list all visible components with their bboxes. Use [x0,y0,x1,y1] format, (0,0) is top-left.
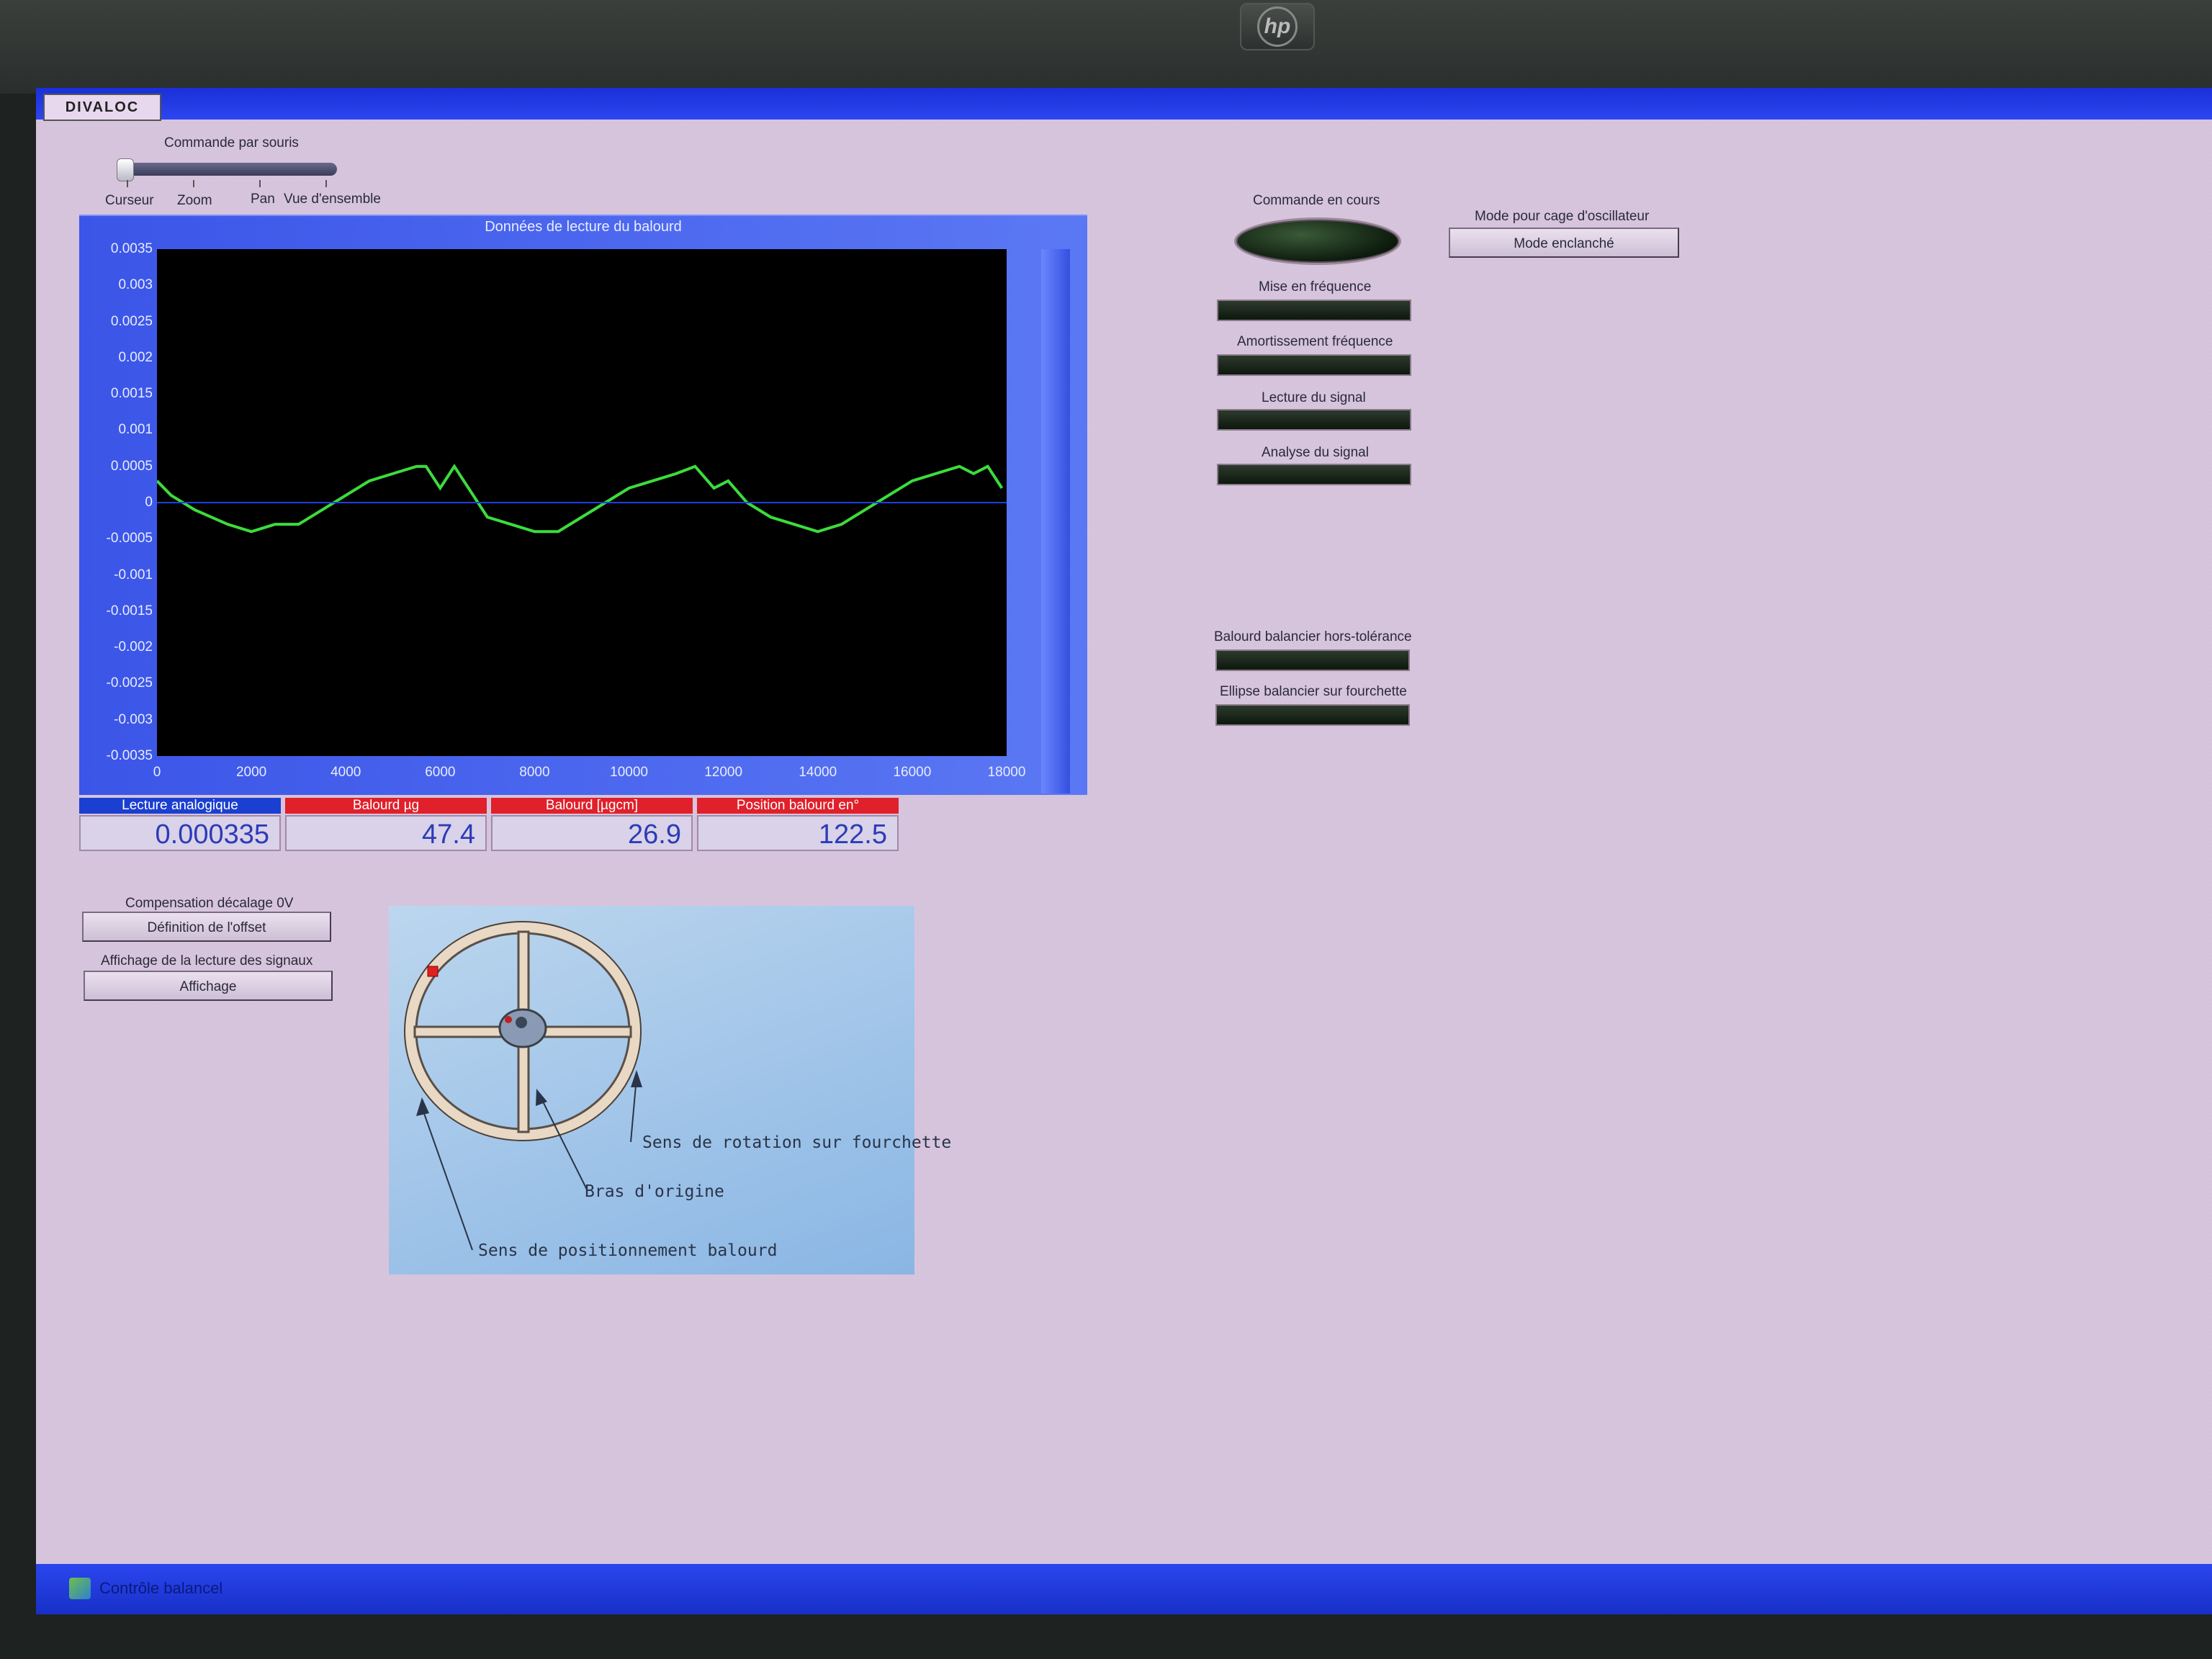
annotation-rotation-direction: Sens de rotation sur fourchette [642,1133,952,1152]
led-label-out-of-tolerance: Balourd balancier hors-tolérance [1214,629,1412,644]
display-button[interactable]: Affichage [84,971,333,1001]
taskbar-app-item[interactable]: Contrôle balancel [69,1575,222,1601]
current-command-led [1234,217,1401,265]
y-tick-label: -0.003 [114,711,153,727]
y-tick-label: 0.002 [118,349,153,365]
y-tick-label: 0.0005 [110,458,153,474]
mouse-control-label: Commande par souris [164,135,299,150]
indicator-value: 26.9 [491,815,693,851]
offset-label: Compensation décalage 0V [125,896,294,911]
y-tick-label: -0.0025 [106,675,153,691]
current-command-label: Commande en cours [1253,193,1380,208]
led-signal-analysis [1217,464,1411,485]
led-label-ellipse: Ellipse balancier sur fourchette [1220,684,1407,699]
app-icon [69,1578,91,1599]
slider-option-overview[interactable]: Vue d'ensemble [284,192,381,207]
unbalance-graph-panel: Données de lecture du balourd 0.0035 0.00… [79,215,1087,795]
signal-trace [157,464,1004,534]
monitor-bezel: hp [0,0,2212,94]
led-label-frequency: Mise en fréquence [1259,279,1372,295]
indicator-analog-reading: Lecture analogique 0.000335 [79,798,281,855]
y-tick-label: 0.0035 [110,241,153,256]
indicator-label: Lecture analogique [79,798,281,814]
offset-definition-button[interactable]: Définition de l'offset [82,912,331,942]
x-tick-label: 12000 [704,765,743,780]
oscillator-mode-button[interactable]: Mode enclanché [1449,228,1679,258]
annotation-origin-arm: Bras d'origine [585,1182,724,1201]
x-tick-label: 6000 [425,765,456,780]
plot-svg [157,464,1007,534]
x-tick-label: 4000 [331,765,361,780]
slider-option-zoom[interactable]: Zoom [177,193,212,209]
plot-area[interactable] [157,249,1007,756]
indicator-value: 0.000335 [79,815,281,851]
graph-scroll-edge [1041,249,1070,793]
led-out-of-tolerance [1215,649,1410,671]
slider-tick [259,180,261,187]
indicator-label: Balourd µg [285,798,487,814]
mouse-control-slider-knob[interactable] [117,158,134,181]
x-tick-label: 16000 [893,765,932,780]
app-window: DIVALOC Commande par souris Curseur Zoom… [36,88,2212,1614]
y-tick-label: 0.0025 [110,313,153,329]
x-tick-label: 2000 [235,765,267,780]
led-label-damping: Amortissement fréquence [1237,334,1393,349]
led-label-signal-reading: Lecture du signal [1262,390,1366,405]
hp-logo: hp [1240,3,1315,50]
led-signal-reading [1217,409,1411,431]
y-tick-label: -0.0035 [106,748,153,763]
indicator-unbalance-ugcm: Balourd [µgcm] 26.9 [491,798,693,855]
annotation-positioning-direction: Sens de positionnement balourd [478,1241,778,1260]
indicator-label: Position balourd en° [697,798,899,814]
slider-option-pan[interactable]: Pan [251,192,275,207]
mouse-control-slider[interactable] [120,163,337,176]
y-tick-label: -0.0015 [106,603,153,619]
balance-wheel-illustration [404,921,642,1251]
x-tick-label: 18000 [987,765,1026,780]
y-tick-label: -0.002 [114,639,153,655]
taskbar-app-label: Contrôle balancel [99,1579,223,1597]
display-label: Affichage de la lecture des signaux [101,953,313,968]
indicator-value: 122.5 [697,815,899,851]
graph-title: Données de lecture du balourd [485,219,682,235]
hp-logo-glyph: hp [1257,6,1298,47]
y-tick-label: 0.001 [118,422,153,438]
y-tick-label: -0.0005 [106,531,153,547]
slider-tick [325,180,327,187]
indicator-value: 47.4 [285,815,487,851]
y-tick-label: -0.001 [114,567,153,583]
indicator-unbalance-position: Position balourd en° 122.5 [697,798,899,855]
led-ellipse [1215,704,1410,726]
indicator-label: Balourd [µgcm] [491,798,693,814]
slider-tick [127,180,128,187]
led-label-signal-analysis: Analyse du signal [1262,445,1369,460]
y-tick-label: 0.003 [118,277,153,293]
indicator-unbalance-ug: Balourd µg 47.4 [285,798,487,855]
led-frequency [1217,300,1411,321]
y-tick-label: 0 [145,495,153,510]
app-logo: DIVALOC [43,94,161,121]
x-tick-label: 0 [153,765,161,780]
slider-option-curseur[interactable]: Curseur [105,193,154,209]
y-tick-label: 0.0015 [110,386,153,402]
x-tick-label: 14000 [799,765,837,780]
slider-tick [193,180,194,187]
x-tick-label: 10000 [610,765,648,780]
balance-wheel-diagram: Sens de rotation sur fourchette Bras d'o… [389,906,951,1274]
title-bar: DIVALOC [36,88,2212,121]
led-damping [1217,354,1411,376]
taskbar: Contrôle balancel [36,1564,2212,1614]
x-tick-label: 8000 [519,765,550,780]
oscillator-mode-label: Mode pour cage d'oscillateur [1475,209,1650,224]
